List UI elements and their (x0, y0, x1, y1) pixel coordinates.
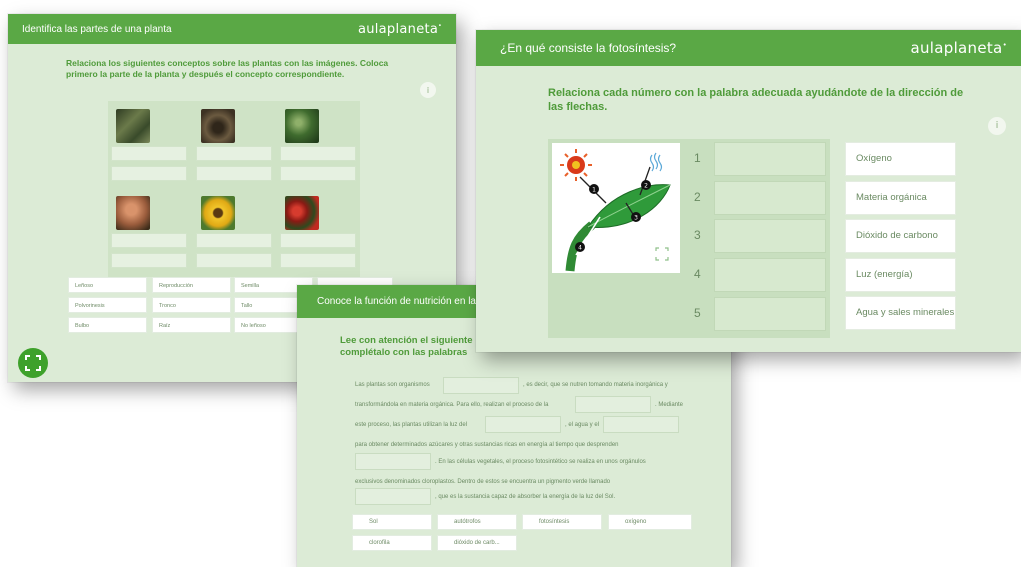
plant-image-grid (108, 101, 360, 277)
fill-blank[interactable] (355, 488, 431, 505)
word-chip[interactable]: Raíz (152, 317, 231, 333)
photosynthesis-diagram: 1 2 3 4 (552, 143, 680, 273)
paragraph-text: para obtener determinados azúcares y otr… (355, 442, 619, 448)
card1-instruction: Relaciona los siguientes conceptos sobre… (66, 58, 389, 79)
expand-icon (25, 355, 41, 371)
leaf-diagram-illustration: 1 2 3 4 (560, 149, 671, 272)
roots-photo (116, 109, 150, 143)
drop-slot[interactable] (280, 166, 356, 181)
drop-target-4[interactable] (714, 258, 826, 292)
grid-cell (196, 191, 272, 275)
word-chip-dioxido[interactable]: dióxido de carb... (437, 535, 517, 551)
match-number: 3 (694, 228, 701, 242)
drop-target-2[interactable] (714, 181, 826, 215)
photosynthesis-diagram-panel: 1 2 3 4 1 2 3 4 5 (548, 139, 830, 338)
word-chip-sol[interactable]: Sol (352, 514, 432, 530)
trunk-photo (201, 109, 235, 143)
drop-slot[interactable] (196, 253, 272, 268)
drop-slot[interactable] (280, 233, 356, 248)
card1-logo: aulaplaneta• (357, 21, 442, 37)
word-chip[interactable]: Polvorinesis (68, 297, 147, 313)
gas-lines-icon (649, 152, 663, 172)
option-oxygen[interactable]: Oxígeno (845, 142, 956, 176)
word-chip[interactable]: Leñoso (68, 277, 147, 293)
match-number: 4 (694, 267, 701, 281)
diagram-marker-4: 4 (575, 242, 585, 252)
card2-info-icon[interactable]: i (988, 117, 1006, 135)
card2-logo: aulaplaneta• (910, 39, 1007, 57)
grid-cell (111, 104, 187, 188)
bulb-photo (116, 196, 150, 230)
fill-blank[interactable] (575, 396, 651, 413)
drop-target-5[interactable] (714, 297, 826, 331)
photosynthesis-activity-window: ¿En qué consiste la fotosíntesis? aulapl… (476, 30, 1021, 352)
grid-cell (111, 191, 187, 275)
match-number: 5 (694, 306, 701, 320)
card2-title-bar: ¿En qué consiste la fotosíntesis? aulapl… (476, 30, 1021, 66)
sunflower-photo (201, 196, 235, 230)
drop-slot[interactable] (280, 253, 356, 268)
drop-slot[interactable] (111, 166, 187, 181)
grid-cell (280, 104, 356, 188)
paragraph-text: exclusivos denominados cloroplastos. Den… (355, 479, 611, 485)
card1-title: Identifica las partes de una planta (22, 23, 172, 35)
drop-target-1[interactable] (714, 142, 826, 176)
card1-info-icon[interactable]: i (420, 82, 436, 98)
option-water-minerals[interactable]: Agua y sales minerales (845, 296, 956, 330)
drop-target-3[interactable] (714, 219, 826, 253)
fill-blank[interactable] (443, 377, 519, 394)
fill-blank[interactable] (485, 416, 561, 433)
grid-cell (280, 191, 356, 275)
match-number: 1 (694, 151, 701, 165)
word-chip-oxigeno[interactable]: oxígeno (608, 514, 692, 530)
fill-blank[interactable] (355, 453, 431, 470)
drop-slot[interactable] (111, 253, 187, 268)
word-chip-autotrofos[interactable]: autótrofos (437, 514, 517, 530)
diagram-marker-1: 1 (589, 184, 599, 194)
paragraph-text: , que es la sustancia capaz de absorber … (435, 494, 616, 500)
option-light-energy[interactable]: Luz (energía) (845, 258, 956, 292)
word-chip-clorofila[interactable]: clorofila (352, 535, 432, 551)
svg-text:4: 4 (578, 245, 582, 252)
option-organic-matter[interactable]: Materia orgánica (845, 181, 956, 215)
leaves-photo (285, 109, 319, 143)
drop-slot[interactable] (111, 233, 187, 248)
match-number: 2 (694, 190, 701, 204)
drop-slot[interactable] (111, 146, 187, 161)
screenshot-collage: Identifica las partes de una planta aula… (0, 0, 1021, 567)
drop-slot[interactable] (280, 146, 356, 161)
sun-icon (560, 149, 592, 181)
card1-title-bar: Identifica las partes de una planta aula… (8, 14, 456, 44)
fullscreen-button[interactable] (18, 348, 48, 378)
word-chip[interactable]: Tronco (152, 297, 231, 313)
drop-slot[interactable] (196, 166, 272, 181)
zoom-icon[interactable] (655, 247, 669, 261)
drop-slot[interactable] (196, 233, 272, 248)
word-chip[interactable]: Bulbo (68, 317, 147, 333)
svg-text:2: 2 (644, 183, 648, 190)
svg-text:1: 1 (592, 187, 596, 194)
seeds-photo (285, 196, 319, 230)
drop-slot[interactable] (196, 146, 272, 161)
fill-blank[interactable] (603, 416, 679, 433)
word-chip[interactable]: Reproducción (152, 277, 231, 293)
card3-title: Conoce la función de nutrición en las p (317, 296, 490, 307)
card2-title: ¿En qué consiste la fotosíntesis? (500, 41, 677, 55)
word-chip-fotosintesis[interactable]: fotosíntesis (522, 514, 602, 530)
paragraph-text: . En las células vegetales, el proceso f… (435, 459, 646, 465)
option-carbon-dioxide[interactable]: Dióxido de carbono (845, 219, 956, 253)
paragraph-text: , es decir, que se nutren tomando materi… (523, 382, 668, 388)
card2-instruction: Relaciona cada número con la palabra ade… (548, 87, 964, 113)
svg-text:3: 3 (634, 215, 638, 222)
grid-cell (196, 104, 272, 188)
diagram-marker-3: 3 (631, 212, 641, 222)
diagram-marker-2: 2 (641, 180, 651, 190)
paragraph-text: . Mediante (655, 402, 684, 408)
